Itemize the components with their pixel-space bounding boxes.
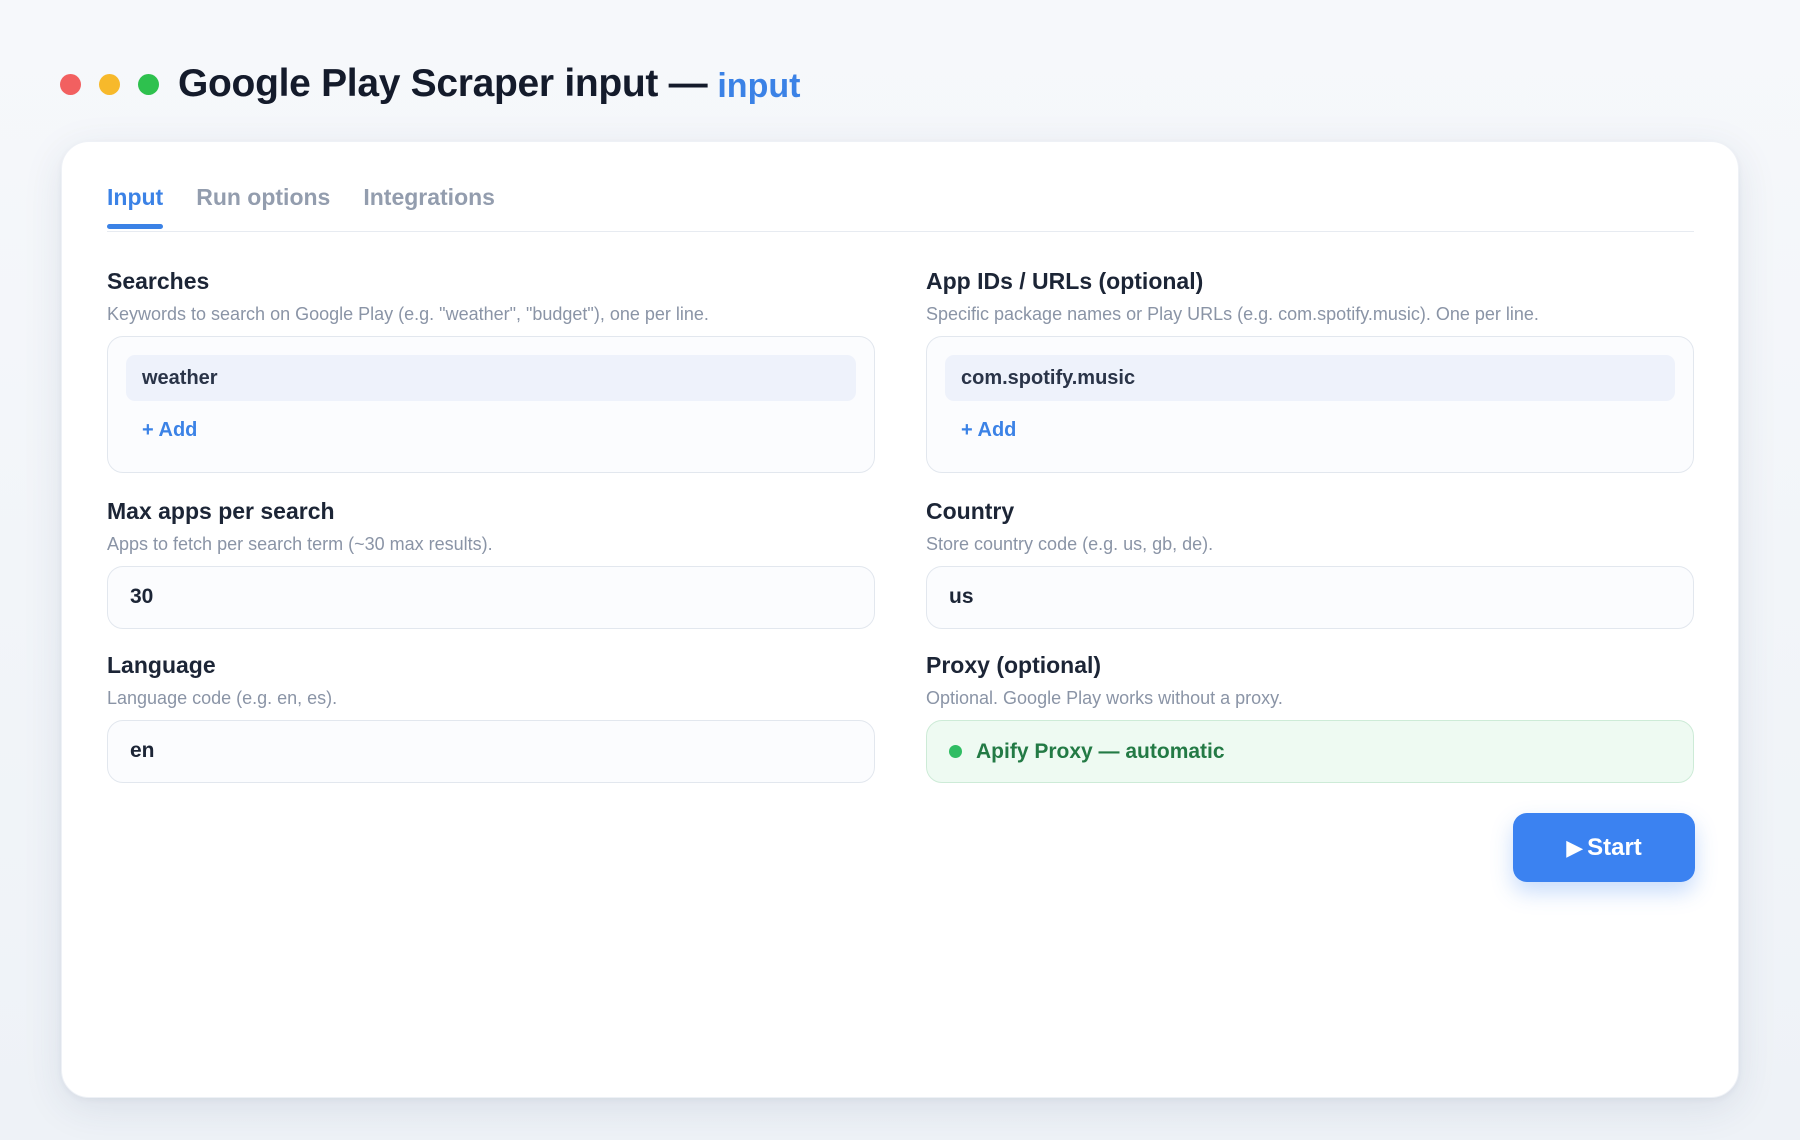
max-apps-field: Max apps per search Apps to fetch per se…: [107, 496, 875, 629]
tab-input[interactable]: Input: [107, 172, 164, 232]
page-title: Google Play Scraper input —: [178, 62, 708, 105]
tab-integrations[interactable]: Integrations: [363, 172, 495, 232]
searches-list: weather + Add: [107, 336, 875, 473]
country-label: Country: [926, 498, 1015, 524]
tab-bar: Input Run options Integrations: [107, 172, 1694, 232]
language-input[interactable]: en: [107, 720, 875, 783]
language-description: Language code (e.g. en, es).: [107, 688, 338, 708]
max-apps-description: Apps to fetch per search term (~30 max r…: [107, 534, 493, 554]
start-button[interactable]: ▶ Start: [1513, 813, 1695, 882]
app-ids-list: com.spotify.music + Add: [926, 336, 1694, 473]
max-apps-label: Max apps per search: [107, 498, 335, 524]
input-card: Input Run options Integrations Searches …: [61, 141, 1739, 1098]
proxy-selector[interactable]: Apify Proxy — automatic: [926, 720, 1694, 783]
tab-run-options[interactable]: Run options: [196, 172, 330, 232]
status-dot-icon: [949, 745, 962, 758]
searches-item[interactable]: weather: [126, 355, 856, 401]
app-ids-item[interactable]: com.spotify.music: [945, 355, 1675, 401]
country-input[interactable]: us: [926, 566, 1694, 629]
play-icon: ▶: [1566, 834, 1584, 860]
title-bar: Google Play Scraper input — input: [60, 58, 800, 110]
country-field: Country Store country code (e.g. us, gb,…: [926, 496, 1694, 629]
language-field: Language Language code (e.g. en, es). en: [107, 650, 875, 783]
close-window-icon[interactable]: [60, 73, 81, 95]
proxy-description: Optional. Google Play works without a pr…: [926, 688, 1283, 708]
proxy-value: Apify Proxy — automatic: [976, 739, 1225, 763]
app-ids-description: Specific package names or Play URLs (e.g…: [926, 304, 1539, 324]
country-description: Store country code (e.g. us, gb, de).: [926, 534, 1214, 554]
proxy-field: Proxy (optional) Optional. Google Play w…: [926, 650, 1694, 783]
page-title-accent: input: [717, 66, 801, 105]
searches-description: Keywords to search on Google Play (e.g. …: [107, 304, 709, 324]
searches-field: Searches Keywords to search on Google Pl…: [107, 266, 875, 473]
app-ids-label: App IDs / URLs (optional): [926, 268, 1204, 294]
searches-label: Searches: [107, 268, 210, 294]
language-label: Language: [107, 652, 216, 678]
proxy-label: Proxy (optional): [926, 652, 1102, 678]
app-ids-add-button[interactable]: + Add: [961, 416, 1016, 444]
maximize-window-icon[interactable]: [138, 73, 159, 95]
start-button-label: Start: [1587, 833, 1642, 861]
app-ids-field: App IDs / URLs (optional) Specific packa…: [926, 266, 1694, 473]
searches-add-button[interactable]: + Add: [142, 416, 197, 444]
max-apps-input[interactable]: 30: [107, 566, 875, 629]
minimize-window-icon[interactable]: [99, 73, 120, 95]
